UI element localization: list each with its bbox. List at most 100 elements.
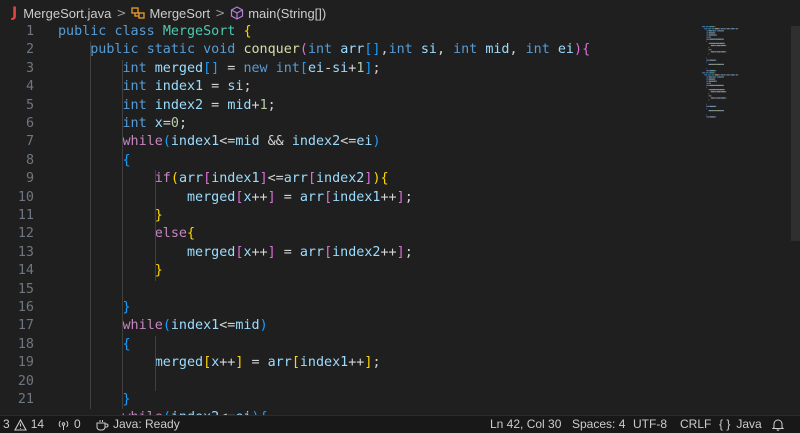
minimap-mark [711,34,714,36]
line-number: 17 [17,318,34,334]
code-line[interactable]: 16 } [0,299,690,317]
breadcrumb-method[interactable]: main(String[]) [248,6,326,21]
code-line[interactable]: 8 { [0,152,690,170]
minimap-mark [721,38,723,40]
code-token: arr [299,189,325,205]
notifications-bell[interactable] [772,416,788,433]
code-line[interactable]: 15 [0,281,690,299]
eol-setting[interactable]: CRLF [680,416,711,433]
code-line[interactable]: 10 merged[x++] = arr[index1++]; [0,189,690,207]
minimap-mark [714,51,715,53]
code-token: si [227,79,244,95]
breadcrumb-class[interactable]: MergeSort [149,6,210,21]
minimap-mark [722,84,724,86]
code-token: x [243,189,252,205]
minimap-mark [713,30,715,32]
minimap-mark [717,110,719,112]
language-mode[interactable]: { } Java [719,416,762,433]
ports-indicator[interactable]: 0 [57,416,81,433]
minimap-mark [715,59,717,61]
code-token: ; [404,244,413,260]
code-text: } [58,207,163,225]
code-line[interactable]: 11 } [0,207,690,225]
minimap-mark [709,59,710,61]
code-token: ++ [219,355,236,371]
minimap-mark [713,105,715,107]
code-token: if [154,171,171,187]
minimap-mark [724,91,726,93]
vertical-scrollbar[interactable] [791,26,800,241]
minimap-mark [709,89,711,91]
minimap-mark [706,34,709,36]
minimap-mark [731,74,733,76]
line-number: 21 [17,392,34,407]
java-file-icon: J [12,5,18,21]
minimap-mark [724,44,726,47]
minimap-mark [718,51,721,53]
minimap-mark [725,44,727,47]
code-token: = [203,79,228,95]
line-number: 11 [17,208,34,223]
code-line[interactable]: 12 else{ [0,225,690,243]
code-token: index1 [154,79,204,95]
code-line[interactable]: 2 public static void conquer(int arr[],i… [0,41,690,59]
minimap-mark [714,105,716,107]
code-token: ] [267,244,276,260]
minimap-mark [722,76,724,78]
code-token: ++ [251,244,268,260]
code-token: [] [364,42,381,58]
code-line[interactable]: 17 while(index1<=mid) [0,317,690,335]
indentation-setting[interactable]: Spaces: 4 [572,416,625,433]
minimap-mark [712,89,716,91]
code-token: si [332,60,349,76]
minimap[interactable] [700,24,786,134]
java-status[interactable]: Java: Ready [95,416,180,433]
ports-count: 0 [74,417,81,431]
code-line[interactable]: 18 { [0,336,690,354]
code-line[interactable]: 20 [0,373,690,391]
minimap-mark [706,86,707,89]
code-line[interactable]: 5 int index2 = mid+1; [0,97,690,115]
code-line[interactable]: 13 merged[x++] = arr[index2++]; [0,244,690,262]
code-token: ) [574,42,583,58]
code-line[interactable]: 7 while(index1<=mid && index2<=ei) [0,133,690,151]
code-line[interactable]: 21 } [0,391,690,409]
minimap-mark [727,74,729,76]
code-editor[interactable]: 1 public class MergeSort {2 public static… [0,23,800,415]
code-text: public static void conquer(int arr[],int… [58,41,590,59]
minimap-mark [704,28,708,30]
cursor-position[interactable]: Ln 42, Col 30 [490,416,561,433]
minimap-mark [708,34,712,36]
code-line[interactable]: 6 int x=0; [0,115,690,133]
code-token: merged [154,60,204,76]
minimap-mark [722,30,724,32]
code-token: arr [340,42,365,58]
minimap-mark [714,30,717,32]
code-line[interactable]: 14 } [0,262,690,280]
code-token: ] [396,189,405,205]
breadcrumb-file[interactable]: MergeSort.java [23,6,111,21]
minimap-mark [716,51,717,53]
problems-indicator[interactable]: 3 14 [3,416,44,433]
code-text: merged[x++] = arr[index2++]; [58,244,413,262]
code-line[interactable]: 19 merged[x++] = arr[index1++]; [0,354,690,372]
minimap-mark [718,97,721,99]
minimap-mark [708,28,712,30]
encoding-setting[interactable]: UTF-8 [633,416,667,433]
class-icon [131,7,146,19]
code-line[interactable]: 4 int index1 = si; [0,78,690,96]
minimap-mark [715,91,717,93]
minimap-mark [710,91,715,93]
minimap-mark [723,30,724,32]
code-line[interactable]: 9 if(arr[index1]<=arr[index2]){ [0,170,690,188]
minimap-mark [708,47,710,49]
code-line[interactable]: 1 public class MergeSort { [0,23,690,41]
code-line[interactable]: 3 int merged[] = new int[ei-si+1]; [0,60,690,78]
minimap-mark [731,28,733,30]
minimap-mark [723,84,724,86]
